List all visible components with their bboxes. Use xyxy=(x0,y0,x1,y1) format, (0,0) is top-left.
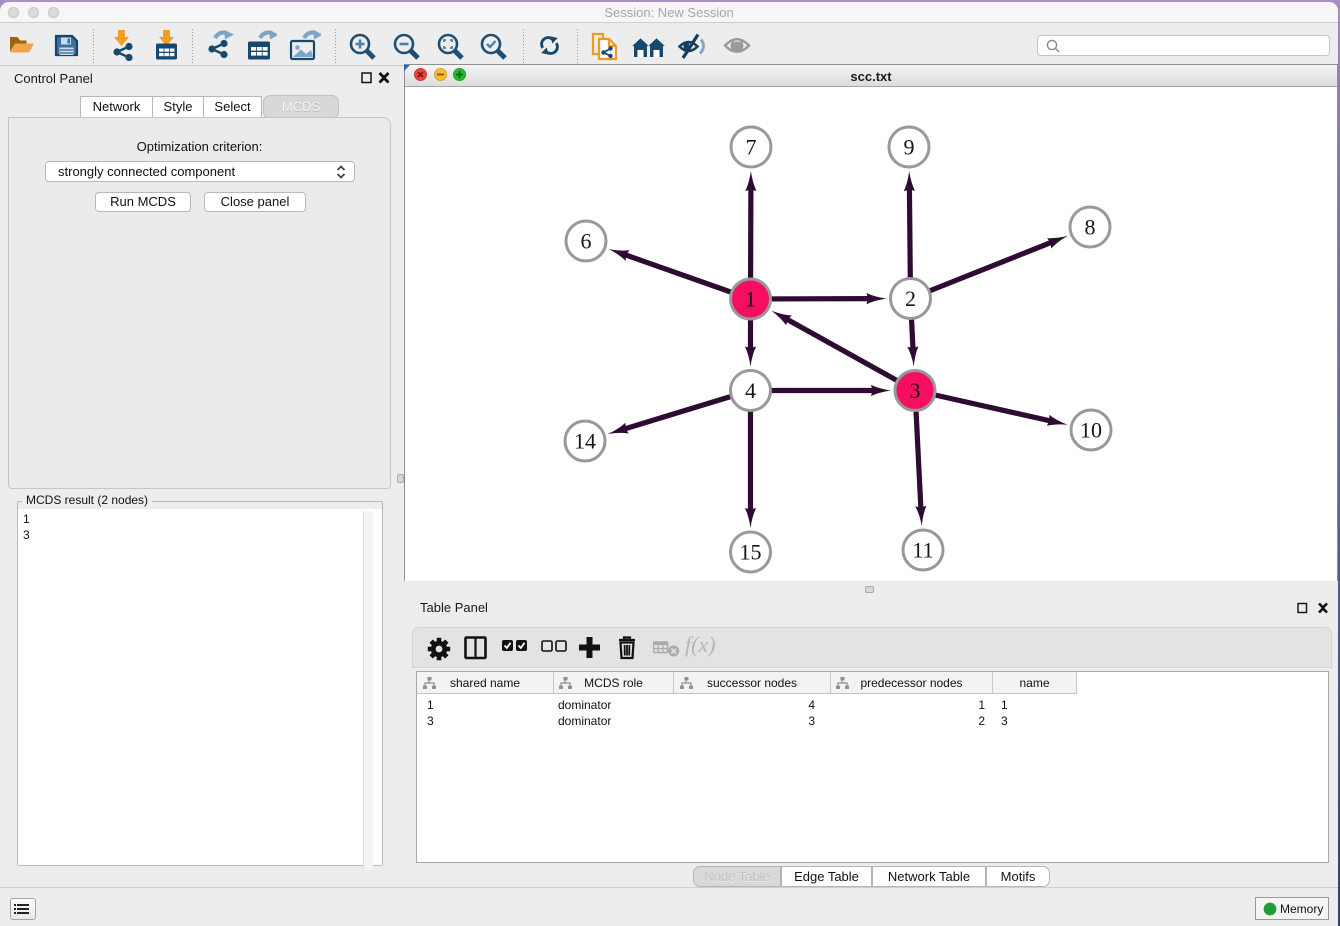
svg-text:15: 15 xyxy=(740,540,762,565)
svg-text:8: 8 xyxy=(1085,215,1096,240)
svg-text:14: 14 xyxy=(574,429,596,454)
svg-text:1: 1 xyxy=(745,287,756,312)
svg-text:11: 11 xyxy=(912,538,933,563)
svg-text:6: 6 xyxy=(581,229,592,254)
svg-text:2: 2 xyxy=(905,286,916,311)
svg-text:9: 9 xyxy=(904,135,915,160)
svg-text:3: 3 xyxy=(910,378,921,403)
svg-text:7: 7 xyxy=(746,135,757,160)
svg-text:4: 4 xyxy=(745,378,756,403)
svg-text:10: 10 xyxy=(1080,418,1102,443)
